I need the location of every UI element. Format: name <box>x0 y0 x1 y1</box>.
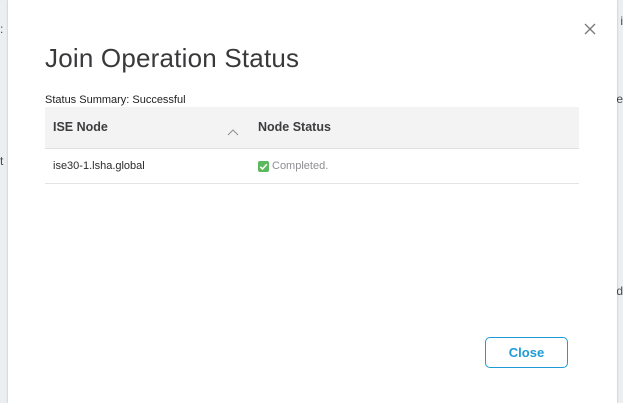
column-header-node-status[interactable]: Node Status <box>258 120 331 134</box>
ise-node-cell: ise30-1.lsha.global <box>53 160 145 172</box>
table-row: ise30-1.lsha.global Completed. <box>45 149 579 184</box>
join-operation-status-dialog: Join Operation Status Status Summary: Suc… <box>8 0 617 403</box>
background-page-left: : t <box>0 0 8 403</box>
node-status-cell: Completed. <box>258 160 328 172</box>
background-text-fragment: t <box>0 154 4 168</box>
status-summary: Status Summary: Successful <box>45 94 186 106</box>
node-status-table: ISE Node Node Status ise30-1.lsha.global… <box>45 107 579 184</box>
node-status-text: Completed. <box>272 160 329 172</box>
check-icon <box>258 160 269 172</box>
chevron-up-icon[interactable] <box>227 123 239 136</box>
column-header-ise-node[interactable]: ISE Node <box>53 120 108 134</box>
background-text-fragment: : <box>0 22 4 36</box>
table-header: ISE Node Node Status <box>45 107 579 149</box>
status-summary-value: Successful <box>132 94 186 106</box>
background-text-fragment: e <box>616 92 623 106</box>
close-icon[interactable] <box>582 21 598 37</box>
dialog-title: Join Operation Status <box>45 43 300 73</box>
background-page-right: i e d <box>616 0 623 403</box>
close-button[interactable]: Close <box>485 337 568 368</box>
status-summary-label: Status Summary: <box>45 94 130 106</box>
background-text-fragment: d <box>616 284 623 298</box>
